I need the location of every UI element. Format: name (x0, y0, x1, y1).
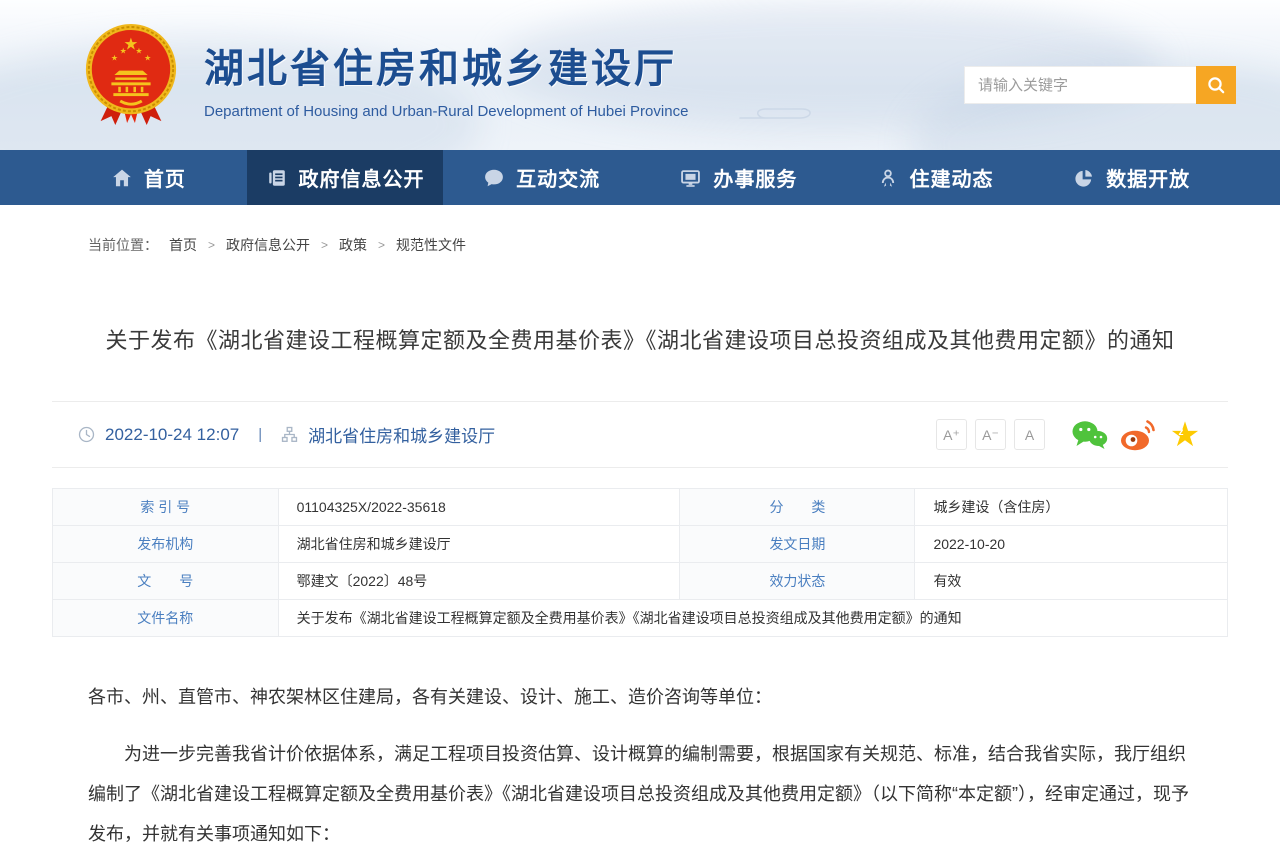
breadcrumb-separator: > (208, 238, 215, 252)
search-input[interactable] (964, 66, 1196, 104)
table-row: 文 号 鄂建文〔2022〕48号 效力状态 有效 (53, 563, 1228, 600)
info-value-validity: 有效 (915, 563, 1228, 600)
info-label-category: 分 类 (680, 489, 915, 526)
search-button[interactable] (1196, 66, 1236, 104)
article-meta-bar: 2022-10-24 12:07 | 湖北省住房和城乡建设厅 A⁺ A⁻ A (52, 401, 1228, 468)
article-meta-tools: A⁺ A⁻ A (928, 418, 1202, 451)
svg-text:z: z (1179, 427, 1184, 438)
national-emblem-logo: ★ ★ ★ ★ ★ (82, 24, 180, 128)
breadcrumb-item-policy[interactable]: 政策 (339, 235, 367, 255)
nav-item-label: 数据开放 (1106, 163, 1190, 192)
info-value-category: 城乡建设（含住房） (915, 489, 1228, 526)
clock-icon (78, 426, 95, 443)
nav-item-open-data[interactable]: 数据开放 (1033, 150, 1230, 205)
monitor-icon (679, 167, 702, 189)
weibo-share-icon[interactable] (1120, 419, 1156, 451)
font-decrease-button[interactable]: A⁻ (975, 419, 1006, 450)
nav-item-label: 互动交流 (516, 163, 600, 192)
meta-separator: | (258, 426, 262, 443)
chat-bubble-icon (483, 167, 505, 189)
table-row: 索 引 号 01104325X/2022-35618 分 类 城乡建设（含住房） (53, 489, 1228, 526)
font-reset-button[interactable]: A (1014, 419, 1045, 450)
document-icon (266, 167, 288, 189)
nav-item-label: 首页 (144, 163, 186, 192)
info-label-doc-name: 文件名称 (53, 600, 279, 637)
site-banner: ★ ★ ★ ★ ★ 湖北省住房和城乡建设厅 Department of Hous… (0, 0, 1280, 150)
info-label-issue-date: 发文日期 (680, 526, 915, 563)
svg-text:★: ★ (120, 46, 127, 55)
svg-text:★: ★ (111, 53, 118, 62)
nav-item-label: 办事服务 (713, 163, 797, 192)
table-row: 发布机构 湖北省住房和城乡建设厅 发文日期 2022-10-20 (53, 526, 1228, 563)
nav-item-home[interactable]: 首页 (50, 150, 247, 205)
breadcrumb-item-gov-info[interactable]: 政府信息公开 (226, 235, 310, 255)
info-label-issuer: 发布机构 (53, 526, 279, 563)
person-badge-icon (877, 167, 899, 189)
info-value-issuer: 湖北省住房和城乡建设厅 (278, 526, 680, 563)
article-source: 湖北省住房和城乡建设厅 (308, 422, 495, 447)
home-icon (111, 167, 133, 189)
site-title: 湖北省住房和城乡建设厅 (204, 36, 688, 94)
body-paragraph: 为进一步完善我省计价依据体系，满足工程项目投资估算、设计概算的编制需要，根据国家… (88, 734, 1192, 854)
info-value-index-no: 01104325X/2022-35618 (278, 489, 680, 526)
breadcrumb-prefix: 当前位置： (88, 235, 158, 255)
main-nav: 首页 政府信息公开 互动交流 (0, 150, 1280, 205)
info-label-index-no: 索 引 号 (53, 489, 279, 526)
font-increase-button[interactable]: A⁺ (936, 419, 967, 450)
site-brand: ★ ★ ★ ★ ★ 湖北省住房和城乡建设厅 Department of Hous… (82, 24, 688, 128)
body-paragraph: 各市、州、直管市、神农架林区住建局，各有关建设、设计、施工、造价咨询等单位： (88, 677, 1192, 717)
site-search (964, 66, 1236, 104)
info-label-validity: 效力状态 (680, 563, 915, 600)
document-info-table: 索 引 号 01104325X/2022-35618 分 类 城乡建设（含住房）… (52, 488, 1228, 637)
wechat-share-icon[interactable] (1071, 419, 1108, 451)
breadcrumb: 当前位置： 首页 > 政府信息公开 > 政策 > 规范性文件 (88, 235, 1280, 255)
breadcrumb-separator: > (378, 238, 385, 252)
page-title: 关于发布《湖北省建设工程概算定额及全费用基价表》《湖北省建设项目总投资组成及其他… (52, 323, 1228, 355)
article-meta-left: 2022-10-24 12:07 | 湖北省住房和城乡建设厅 (78, 422, 495, 447)
article: 关于发布《湖北省建设工程概算定额及全费用基价表》《湖北省建设项目总投资组成及其他… (52, 323, 1228, 854)
info-label-doc-no: 文 号 (53, 563, 279, 600)
info-value-doc-name: 关于发布《湖北省建设工程概算定额及全费用基价表》《湖北省建设项目总投资组成及其他… (278, 600, 1227, 637)
article-body: 各市、州、直管市、神农架林区住建局，各有关建设、设计、施工、造价咨询等单位： 为… (88, 677, 1192, 854)
nav-item-news[interactable]: 住建动态 (837, 150, 1034, 205)
svg-text:★: ★ (1170, 418, 1200, 451)
breadcrumb-separator: > (321, 238, 328, 252)
site-subtitle: Department of Housing and Urban-Rural De… (204, 103, 688, 120)
info-value-doc-no: 鄂建文〔2022〕48号 (278, 563, 680, 600)
svg-text:★: ★ (135, 46, 142, 55)
nav-item-interaction[interactable]: 互动交流 (443, 150, 640, 205)
breadcrumb-item-normative-docs[interactable]: 规范性文件 (396, 235, 466, 255)
breadcrumb-item-home[interactable]: 首页 (169, 235, 197, 255)
source-org-icon (281, 426, 298, 443)
pie-chart-icon (1073, 167, 1095, 189)
info-value-issue-date: 2022-10-20 (915, 526, 1228, 563)
qzone-share-icon[interactable]: ★ z (1168, 418, 1202, 451)
nav-item-label: 住建动态 (910, 163, 994, 192)
nav-item-gov-info[interactable]: 政府信息公开 (247, 150, 444, 205)
search-icon (1206, 75, 1226, 95)
banner-cloud-art (738, 100, 888, 122)
table-row: 文件名称 关于发布《湖北省建设工程概算定额及全费用基价表》《湖北省建设项目总投资… (53, 600, 1228, 637)
publish-time: 2022-10-24 12:07 (105, 425, 239, 445)
svg-text:★: ★ (144, 53, 151, 62)
nav-item-services[interactable]: 办事服务 (640, 150, 837, 205)
nav-item-label: 政府信息公开 (299, 163, 425, 192)
